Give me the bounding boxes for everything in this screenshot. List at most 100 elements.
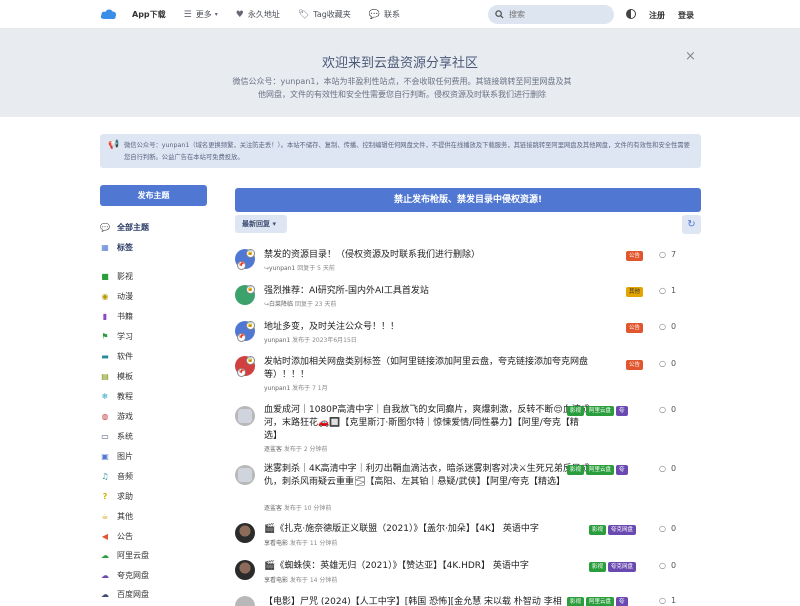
topic-author[interactable]: 逐鲨客 [264, 505, 282, 512]
pin-icon: 📌 [237, 333, 246, 342]
sidebar-item-images[interactable]: ▣ 图片 [100, 449, 133, 463]
tag-announcement[interactable]: 公告 [626, 323, 644, 333]
sidebar-item-all-topics[interactable]: 💬 全部主题 [100, 220, 149, 234]
topic-row[interactable]: 🔒 📌 地址多变，及时关注公众号！！！ yunpan1 发布于 2023年6月1… [235, 321, 701, 347]
tag-announcement[interactable]: 公告 [626, 251, 644, 261]
cloud-logo-icon[interactable] [100, 8, 117, 20]
sidebar-item-study[interactable]: ⚑ 学习 [100, 329, 133, 343]
reply-count: ○ 0 [659, 524, 676, 533]
tag-quark[interactable]: 夸克网盘 [608, 525, 637, 535]
image-icon: ▣ [101, 451, 109, 461]
caret-down-icon: ▾ [214, 11, 218, 18]
nav-app-download[interactable]: App下载 [132, 9, 166, 20]
refresh-button[interactable]: ↻ [682, 215, 701, 234]
topic-author[interactable]: 白菜降临 [269, 301, 293, 308]
sidebar-item-baidu[interactable]: ☁ 百度网盘 [100, 587, 149, 601]
sort-dropdown[interactable]: 最新回复 ▾ [235, 215, 287, 233]
warning-banner[interactable]: 禁止发布枪版、禁发目录中侵权资源! [235, 188, 701, 212]
topic-time: 回复于 23 天前 [293, 301, 337, 308]
avatar[interactable] [235, 465, 255, 485]
flag-icon: ⚑ [101, 331, 109, 341]
sidebar-item-books[interactable]: ▮ 书籍 [100, 309, 133, 323]
avatar[interactable] [235, 560, 255, 580]
nav-contact[interactable]: 💬 联系 [369, 9, 400, 20]
cloud-icon: ☁ [101, 589, 109, 599]
tag-video[interactable]: 影视 [589, 562, 607, 572]
sidebar-item-tags[interactable]: ▦ 标签 [100, 240, 133, 254]
topic-meta: 逐鲨客 发布于 10 分钟前 [264, 503, 331, 512]
reply-count-value: 0 [670, 524, 677, 533]
topic-title[interactable]: 迷雾刺杀｜4K高清中字｜利刃出鞘血滴沽衣，暗杀迷雾刺客对决⚔生死兄弟反目成仇，刺… [264, 463, 592, 489]
sidebar-item-software[interactable]: ▬ 软件 [100, 349, 133, 363]
tag-quark[interactable]: 夸 [616, 597, 628, 606]
sidebar-item-tutorials[interactable]: ❄ 教程 [100, 389, 133, 403]
tag-aliyun[interactable]: 阿里云盘 [586, 406, 615, 416]
avatar[interactable] [235, 406, 255, 426]
topic-author[interactable]: 享看电影 [264, 540, 288, 547]
tag-video[interactable]: 影视 [567, 465, 585, 475]
sidebar-item-video[interactable]: ■ 影视 [100, 269, 133, 283]
cloud-icon: ☁ [101, 570, 109, 580]
tag-aliyun[interactable]: 阿里云盘 [586, 597, 615, 606]
pin-icon: 📌 [237, 261, 246, 270]
tag-quark[interactable]: 夸 [616, 465, 628, 475]
topic-author[interactable]: yunpan1 [269, 265, 295, 272]
topic-title[interactable]: 🎬《扎克·施奈德版正义联盟（2021）》【盖尔·加朵】【4K】 英语中字 [264, 523, 539, 536]
topic-author[interactable]: 享看电影 [264, 577, 288, 584]
search-input[interactable] [509, 10, 609, 19]
sidebar-item-system[interactable]: ▭ 系统 [100, 429, 133, 443]
comment-icon: ○ [659, 322, 666, 331]
sidebar-item-label: 系统 [117, 431, 133, 441]
tag-other[interactable]: 其他 [626, 287, 644, 297]
topic-row[interactable]: 🎬《蜘蛛侠：英雄无归（2021）》【赞达亚】【4K.HDR】 英语中字 享看电影… [235, 560, 701, 586]
topic-author[interactable]: 逐鲨客 [264, 446, 282, 453]
topic-title[interactable]: 🎬《蜘蛛侠：英雄无归（2021）》【赞达亚】【4K.HDR】 英语中字 [264, 560, 529, 573]
tag-quark[interactable]: 夸 [616, 406, 628, 416]
register-button[interactable]: 注册 [649, 10, 665, 21]
tag-announcement[interactable]: 公告 [626, 360, 644, 370]
sidebar-item-quark[interactable]: ☁ 夸克网盘 [100, 568, 149, 582]
topic-row[interactable]: 🎬《扎克·施奈德版正义联盟（2021）》【盖尔·加朵】【4K】 英语中字 享看电… [235, 523, 701, 549]
topic-title[interactable]: 地址多变，及时关注公众号！！！ [264, 321, 399, 334]
sidebar-item-label: 图片 [117, 451, 133, 461]
sidebar-item-help[interactable]: ? 求助 [100, 489, 133, 503]
avatar[interactable] [235, 596, 255, 606]
nav-permanent-address[interactable]: ♥ 永久地址 [236, 9, 280, 20]
sidebar-item-other[interactable]: ☕ 其他 [100, 509, 133, 523]
sidebar-item-games[interactable]: ◍ 游戏 [100, 409, 134, 423]
topic-row[interactable]: 【电影】尸咒 (2024)【人工中字】[韩国 恐怖][金允慧 宋以载 朴智动 李… [235, 596, 701, 606]
topic-title[interactable]: 强烈推荐：AI研究所-国内外AI工具首发站 [264, 285, 429, 298]
tag-aliyun[interactable]: 阿里云盘 [586, 465, 615, 475]
topic-row[interactable]: 🔒 📌 禁发的资源目录！（侵权资源及时联系我们进行删除） ↪yunpan1 回复… [235, 249, 701, 275]
topic-title[interactable]: 发帖时添加相关网盘类别标签（如阿里链接添加阿里云盘，夸克链接添加夸克网盘等）！！… [264, 356, 622, 382]
topic-row[interactable]: 🔒 强烈推荐：AI研究所-国内外AI工具首发站 ↪白菜降临 回复于 23 天前 … [235, 285, 701, 311]
post-topic-button[interactable]: 发布主题 [100, 185, 207, 206]
topic-row[interactable]: 🔒 📌 发帖时添加相关网盘类别标签（如阿里链接添加阿里云盘，夸克链接添加夸克网盘… [235, 356, 701, 392]
tag-video[interactable]: 影视 [589, 525, 607, 535]
search-box[interactable] [488, 5, 614, 24]
grid-icon: ▦ [101, 242, 109, 252]
topic-author[interactable]: yunpan1 [264, 385, 290, 392]
avatar[interactable] [235, 523, 255, 543]
topic-row[interactable]: 血爱成河｜1080P高清中字｜自我放飞的女同癫片，爽爆刺激，反转不断😌血流成河，… [235, 404, 701, 454]
theme-toggle-icon[interactable] [626, 9, 636, 19]
topic-title[interactable]: 【电影】尸咒 (2024)【人工中字】[韩国 恐怖][金允慧 宋以载 朴智动 李… [264, 596, 562, 606]
sidebar-item-templates[interactable]: ▤ 模板 [100, 369, 133, 383]
pin-icon: 📌 [237, 368, 246, 377]
tag-video[interactable]: 影视 [567, 406, 585, 416]
topic-title[interactable]: 血爱成河｜1080P高清中字｜自我放飞的女同癫片，爽爆刺激，反转不断😌血流成河，… [264, 404, 592, 443]
nav-tag-favorites[interactable]: 🏷 Tag收藏夹 [298, 9, 351, 20]
sidebar-item-anime[interactable]: ◉ 动漫 [100, 289, 134, 303]
login-button[interactable]: 登录 [678, 10, 694, 21]
topic-title[interactable]: 禁发的资源目录！（侵权资源及时联系我们进行删除） [264, 249, 480, 262]
topic-row[interactable]: 迷雾刺杀｜4K高清中字｜利刃出鞘血滴沽衣，暗杀迷雾刺客对决⚔生死兄弟反目成仇，刺… [235, 463, 701, 513]
nav-more[interactable]: ☰ 更多 ▾ [184, 9, 218, 20]
tag-quark[interactable]: 夸克网盘 [608, 562, 637, 572]
sidebar-item-aliyun[interactable]: ☁ 阿里云盘 [100, 548, 149, 562]
sidebar-item-audio[interactable]: ♫ 音频 [100, 469, 133, 483]
topic-author[interactable]: yunpan1 [264, 337, 290, 344]
tag-video[interactable]: 影视 [567, 597, 585, 606]
comment-icon: ○ [659, 359, 666, 368]
close-icon[interactable]: × [685, 49, 696, 64]
sidebar-item-announcements[interactable]: ◀ 公告 [100, 529, 133, 543]
